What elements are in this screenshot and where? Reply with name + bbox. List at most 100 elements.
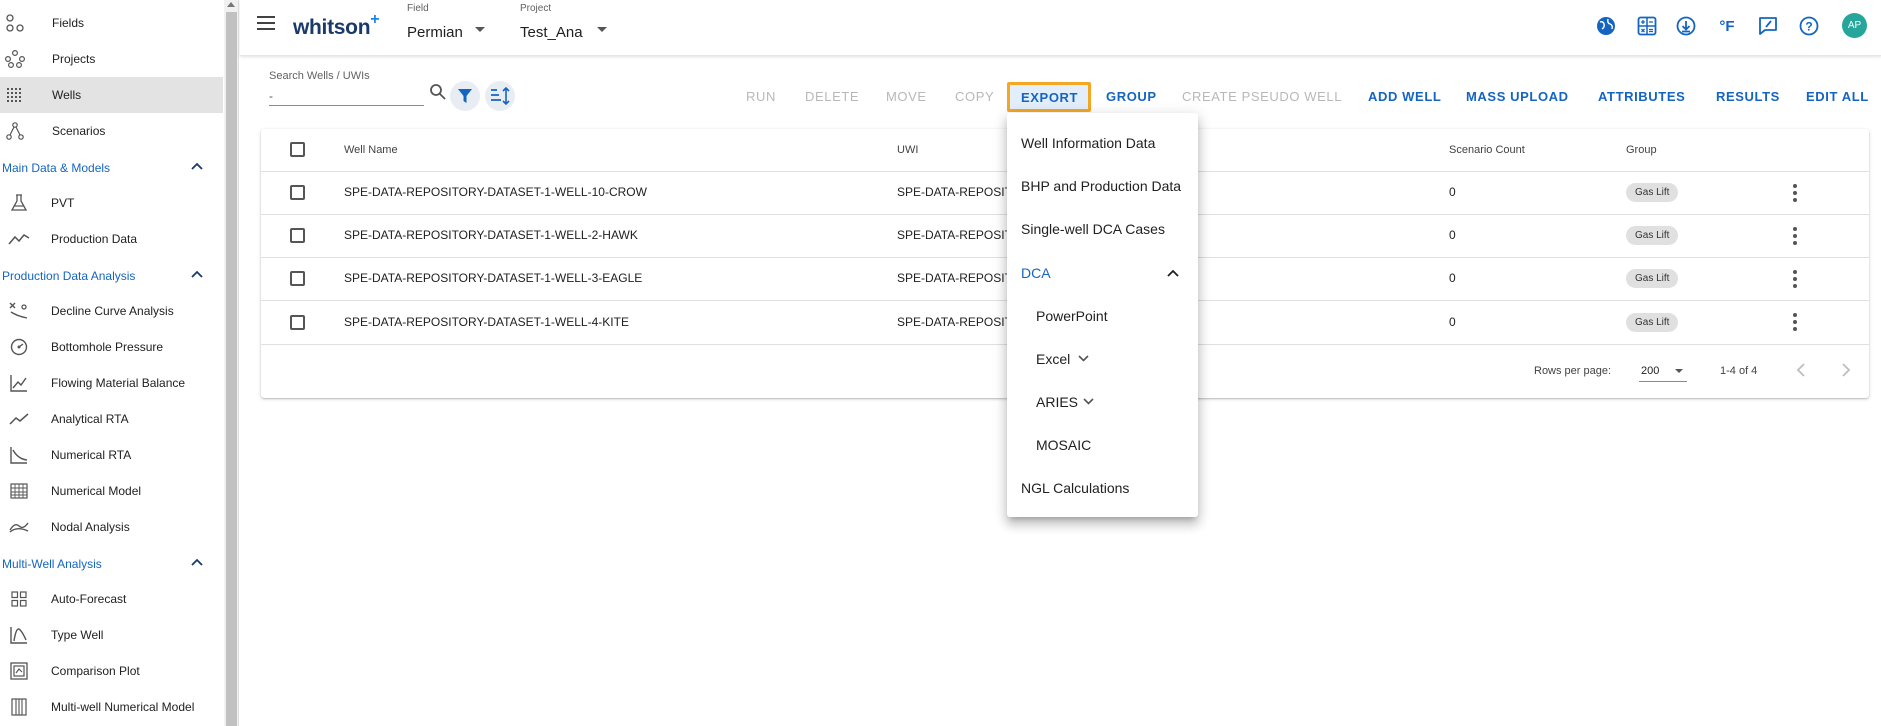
sidebar-item-label: Type Well: [51, 628, 104, 642]
rows-per-page-value: 200: [1641, 365, 1660, 377]
more-vert-icon[interactable]: [1793, 270, 1797, 291]
sidebar-item-fields[interactable]: Fields: [0, 5, 223, 41]
sidebar-item-projects[interactable]: Projects: [0, 41, 223, 77]
chevron-up-icon[interactable]: [191, 162, 203, 170]
menu-item-well-information-data[interactable]: Well Information Data: [1007, 121, 1198, 164]
mass-upload-button[interactable]: MASS UPLOAD: [1466, 89, 1569, 104]
sort-button[interactable]: [485, 81, 515, 111]
create-pseudo-well-button[interactable]: CREATE PSEUDO WELL: [1182, 89, 1342, 104]
user-avatar[interactable]: AP: [1842, 13, 1867, 38]
group-button[interactable]: GROUP: [1106, 89, 1157, 104]
sidebar-item-label: Fields: [52, 16, 85, 30]
sidebar-item-wells[interactable]: Wells: [0, 77, 223, 113]
well-name-cell[interactable]: SPE-DATA-REPOSITORY-DATASET-1-WELL-4-KIT…: [344, 315, 629, 329]
more-vert-icon[interactable]: [1793, 184, 1797, 205]
search-label: Search Wells / UWIs: [269, 70, 370, 82]
field-value: Permian: [407, 24, 463, 41]
run-button[interactable]: RUN: [746, 89, 776, 104]
chevron-down-icon: [1078, 355, 1089, 362]
caret-down-icon[interactable]: [597, 27, 607, 32]
column-header-uwi[interactable]: UWI: [897, 144, 918, 156]
sidebar-item-label: Multi-well Numerical Model: [51, 700, 195, 714]
sidebar-item-type-well[interactable]: Type Well: [0, 617, 223, 653]
sidebar-item-nodal-analysis[interactable]: Nodal Analysis: [0, 509, 223, 545]
fahrenheit-icon[interactable]: °F: [1715, 14, 1739, 38]
scenario-count-cell: 0: [1449, 271, 1456, 285]
gauge-icon: [8, 336, 30, 358]
chevron-up-icon[interactable]: [191, 270, 203, 278]
column-header-group[interactable]: Group: [1626, 144, 1657, 156]
sidebar-item-flowing-material-balance[interactable]: Flowing Material Balance: [0, 365, 223, 401]
more-vert-icon[interactable]: [1793, 227, 1797, 248]
row-checkbox[interactable]: [290, 228, 305, 243]
sidebar-item-comparison-plot[interactable]: Comparison Plot: [0, 653, 223, 689]
search-input[interactable]: [269, 86, 424, 106]
uwi-cell: SPE-DATA-REPOSIT: [897, 228, 1012, 242]
sidebar-item-label: Analytical RTA: [51, 412, 129, 426]
sidebar-item-decline-curve-analysis[interactable]: Decline Curve Analysis: [0, 293, 223, 329]
export-button[interactable]: EXPORT: [1007, 82, 1092, 112]
caret-down-icon[interactable]: [475, 27, 485, 32]
group-chip: Gas Lift: [1626, 183, 1679, 202]
rows-per-page-select[interactable]: 200: [1639, 360, 1687, 382]
section-multi-well-analysis[interactable]: Multi-Well Analysis: [0, 548, 223, 580]
menu-item-bhp-production-data[interactable]: BHP and Production Data: [1007, 164, 1198, 207]
edit-all-button[interactable]: EDIT ALL: [1806, 89, 1869, 104]
sidebar-item-auto-forecast[interactable]: Auto-Forecast: [0, 581, 223, 617]
well-name-cell[interactable]: SPE-DATA-REPOSITORY-DATASET-1-WELL-2-HAW…: [344, 228, 638, 242]
calculator-icon[interactable]: [1635, 14, 1659, 38]
column-header-scenario-count[interactable]: Scenario Count: [1449, 144, 1525, 156]
more-vert-icon[interactable]: [1793, 313, 1797, 334]
results-button[interactable]: RESULTS: [1716, 89, 1780, 104]
menu-item-mosaic[interactable]: MOSAIC: [1007, 423, 1198, 466]
attributes-button[interactable]: ATTRIBUTES: [1598, 89, 1685, 104]
menu-item-powerpoint[interactable]: PowerPoint: [1007, 294, 1198, 337]
sidebar-item-numerical-model[interactable]: Numerical Model: [0, 473, 223, 509]
app-logo[interactable]: whitson+: [293, 11, 380, 40]
nodal-analysis-icon: [8, 516, 30, 538]
app-root: Fields Projects Wells Scenarios Main Dat…: [0, 0, 1881, 726]
chevron-right-icon[interactable]: [1841, 363, 1851, 377]
menu-item-ngl-calculations[interactable]: NGL Calculations: [1007, 466, 1198, 509]
scrollbar-thumb[interactable]: [226, 12, 237, 726]
column-header-well-name[interactable]: Well Name: [344, 144, 398, 156]
sidebar-item-numerical-rta[interactable]: Numerical RTA: [0, 437, 223, 473]
sidebar-item-pvt[interactable]: PVT: [0, 185, 223, 221]
menu-icon[interactable]: [257, 16, 275, 30]
select-all-checkbox[interactable]: [290, 142, 305, 157]
sidebar-item-multi-well-numerical-model[interactable]: Multi-well Numerical Model: [0, 689, 223, 725]
filter-button[interactable]: [450, 81, 480, 111]
sidebar-item-production-data[interactable]: Production Data: [0, 221, 223, 257]
sidebar-item-bottomhole-pressure[interactable]: Bottomhole Pressure: [0, 329, 223, 365]
delete-button[interactable]: DELETE: [805, 89, 859, 104]
search-icon[interactable]: [429, 83, 447, 101]
globe-icon[interactable]: [1594, 14, 1618, 38]
sidebar-item-label: Nodal Analysis: [51, 520, 130, 534]
sidebar-item-analytical-rta[interactable]: Analytical RTA: [0, 401, 223, 437]
menu-item-aries[interactable]: ARIES: [1007, 380, 1198, 423]
move-button[interactable]: MOVE: [886, 89, 927, 104]
chevron-up-icon: [1167, 269, 1179, 277]
sidebar-scrollbar[interactable]: [224, 0, 238, 726]
well-name-cell[interactable]: SPE-DATA-REPOSITORY-DATASET-1-WELL-3-EAG…: [344, 271, 642, 285]
menu-item-single-well-dca-cases[interactable]: Single-well DCA Cases: [1007, 207, 1198, 250]
sort-icon: [491, 87, 510, 105]
help-icon[interactable]: ?: [1797, 14, 1821, 38]
chevron-up-icon[interactable]: [191, 558, 203, 566]
section-main-data-models[interactable]: Main Data & Models: [0, 152, 223, 184]
add-well-button[interactable]: ADD WELL: [1368, 89, 1441, 104]
menu-item-dca[interactable]: DCA: [1007, 251, 1198, 294]
copy-button[interactable]: COPY: [955, 89, 994, 104]
section-production-data-analysis[interactable]: Production Data Analysis: [0, 260, 223, 292]
download-icon[interactable]: [1674, 14, 1698, 38]
sidebar-item-scenarios[interactable]: Scenarios: [0, 113, 223, 149]
chevron-left-icon[interactable]: [1796, 363, 1806, 377]
row-checkbox[interactable]: [290, 271, 305, 286]
row-checkbox[interactable]: [290, 315, 305, 330]
menu-item-excel[interactable]: Excel: [1007, 337, 1198, 380]
well-name-cell[interactable]: SPE-DATA-REPOSITORY-DATASET-1-WELL-10-CR…: [344, 185, 647, 199]
row-checkbox[interactable]: [290, 185, 305, 200]
feedback-icon[interactable]: [1756, 14, 1780, 38]
scroll-up-arrow-icon[interactable]: [227, 2, 235, 7]
group-chip: Gas Lift: [1626, 226, 1679, 245]
